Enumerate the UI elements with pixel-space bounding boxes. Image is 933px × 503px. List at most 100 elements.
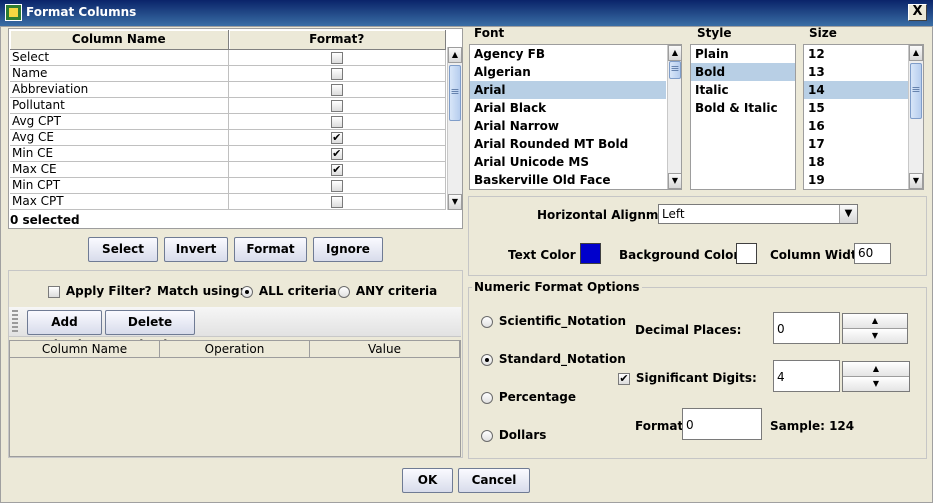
- delete-criteria-button[interactable]: Delete Criteria: [105, 310, 195, 352]
- size-list-item[interactable]: 14: [804, 81, 908, 99]
- table-row[interactable]: Min CE ✔: [10, 145, 446, 162]
- scientific-radio-dot[interactable]: [481, 315, 493, 328]
- font-list-item[interactable]: Arial Unicode MS: [470, 153, 666, 171]
- column-width-input[interactable]: 60: [854, 243, 891, 264]
- column-name-cell[interactable]: Avg CPT: [10, 113, 229, 130]
- font-list[interactable]: Agency FB Algerian Arial Arial Black Arial N…: [469, 44, 682, 190]
- style-list-item[interactable]: Plain: [691, 45, 795, 63]
- font-list-item[interactable]: Baskerville Old Face: [470, 171, 666, 189]
- font-list-item[interactable]: Algerian: [470, 63, 666, 81]
- style-list-item[interactable]: Bold & Italic: [691, 99, 795, 117]
- decimal-up-icon[interactable]: ▲: [843, 314, 907, 329]
- format-checkbox[interactable]: [330, 83, 343, 96]
- apply-filter-checkbox[interactable]: Apply Filter?: [48, 284, 152, 298]
- text-color-swatch[interactable]: [580, 243, 601, 264]
- format-cell[interactable]: [228, 177, 446, 194]
- format-cell[interactable]: [228, 97, 446, 114]
- add-criteria-button[interactable]: Add Criteria: [27, 310, 102, 352]
- significant-digits-spinner[interactable]: ▲ ▼: [842, 361, 910, 392]
- format-checkbox[interactable]: ✔: [330, 131, 343, 144]
- size-list-item[interactable]: 19: [804, 171, 908, 189]
- sigdig-up-icon[interactable]: ▲: [843, 362, 909, 377]
- format-cell[interactable]: ✔: [228, 145, 446, 162]
- criteria-operation-header[interactable]: Operation: [160, 341, 310, 358]
- format-cell[interactable]: ✔: [228, 161, 446, 178]
- standard-radio-dot[interactable]: [481, 353, 493, 366]
- columns-scrollbar[interactable]: ▲ ▼: [447, 47, 462, 210]
- font-list-item[interactable]: Arial: [470, 81, 666, 99]
- horizontal-alignment-select[interactable]: Left ▼: [658, 204, 858, 224]
- chevron-down-icon[interactable]: ▼: [839, 205, 857, 223]
- font-list-item[interactable]: Arial Black: [470, 99, 666, 117]
- dollars-radio-dot[interactable]: [481, 429, 493, 442]
- significant-digits-checkbox[interactable]: ✔ Significant Digits:: [618, 371, 757, 385]
- size-list-item[interactable]: 15: [804, 99, 908, 117]
- column-name-cell[interactable]: Min CPT: [10, 177, 229, 194]
- style-list-item[interactable]: Italic: [691, 81, 795, 99]
- table-row[interactable]: Select: [10, 49, 446, 66]
- table-row[interactable]: Min CPT: [10, 177, 446, 194]
- format-input[interactable]: 0: [682, 408, 762, 440]
- format-checkbox[interactable]: [330, 99, 343, 112]
- scroll-thumb[interactable]: [449, 65, 461, 121]
- size-list-item[interactable]: 18: [804, 153, 908, 171]
- column-name-header[interactable]: Column Name: [10, 30, 229, 50]
- toolbar-grip-icon[interactable]: [12, 310, 18, 334]
- select-button[interactable]: Select: [88, 237, 158, 262]
- percentage-radio-dot[interactable]: [481, 391, 493, 404]
- close-button[interactable]: X: [908, 4, 927, 21]
- all-criteria-radio-dot[interactable]: [241, 285, 253, 298]
- apply-filter-box[interactable]: [48, 285, 60, 298]
- size-list-item[interactable]: 13: [804, 63, 908, 81]
- format-checkbox[interactable]: [330, 51, 343, 64]
- column-name-cell[interactable]: Max CE: [10, 161, 229, 178]
- format-cell[interactable]: [228, 193, 446, 210]
- font-list-item[interactable]: Agency FB: [470, 45, 666, 63]
- decimal-places-spinner[interactable]: ▲ ▼: [842, 313, 908, 344]
- format-cell[interactable]: [228, 49, 446, 66]
- column-name-cell[interactable]: Name: [10, 65, 229, 82]
- decimal-down-icon[interactable]: ▼: [843, 328, 907, 343]
- any-criteria-radio[interactable]: ANY criteria: [338, 284, 437, 298]
- dollars-radio[interactable]: Dollars: [481, 428, 546, 442]
- significant-digits-input[interactable]: 4: [773, 360, 840, 392]
- format-cell[interactable]: ✔: [228, 129, 446, 146]
- font-scroll-thumb[interactable]: [669, 61, 681, 79]
- sigdig-down-icon[interactable]: ▼: [843, 376, 909, 391]
- font-list-item[interactable]: Arial Narrow: [470, 117, 666, 135]
- format-cell[interactable]: [228, 113, 446, 130]
- decimal-places-input[interactable]: 0: [773, 312, 840, 344]
- criteria-value-header[interactable]: Value: [310, 341, 460, 358]
- cancel-button[interactable]: Cancel: [458, 468, 530, 493]
- size-list-item[interactable]: 17: [804, 135, 908, 153]
- column-name-cell[interactable]: Avg CE: [10, 129, 229, 146]
- font-scroll-up-icon[interactable]: ▲: [668, 45, 681, 61]
- percentage-radio[interactable]: Percentage: [481, 390, 576, 404]
- scroll-up-icon[interactable]: ▲: [448, 47, 462, 63]
- style-list[interactable]: Plain Bold Italic Bold & Italic: [690, 44, 796, 190]
- size-scrollbar[interactable]: ▲ ▼: [908, 45, 923, 189]
- size-list-item[interactable]: 16: [804, 117, 908, 135]
- format-checkbox[interactable]: [330, 67, 343, 80]
- table-row[interactable]: Name: [10, 65, 446, 82]
- style-list-item[interactable]: Bold: [691, 63, 795, 81]
- font-scroll-down-icon[interactable]: ▼: [668, 173, 681, 189]
- size-scroll-down-icon[interactable]: ▼: [909, 173, 923, 189]
- table-row[interactable]: Pollutant: [10, 97, 446, 114]
- standard-radio[interactable]: Standard_Notation: [481, 352, 626, 366]
- scroll-down-icon[interactable]: ▼: [448, 194, 462, 210]
- column-name-cell[interactable]: Abbreviation: [10, 81, 229, 98]
- size-scroll-thumb[interactable]: [910, 63, 922, 119]
- format-checkbox[interactable]: ✔: [330, 147, 343, 160]
- invert-button[interactable]: Invert: [164, 237, 228, 262]
- format-checkbox[interactable]: [330, 179, 343, 192]
- criteria-column-name-header[interactable]: Column Name: [10, 341, 160, 358]
- all-criteria-radio[interactable]: ALL criteria: [241, 284, 337, 298]
- significant-digits-box[interactable]: ✔: [618, 372, 630, 385]
- size-scroll-up-icon[interactable]: ▲: [909, 45, 923, 61]
- format-checkbox[interactable]: [330, 115, 343, 128]
- format-button[interactable]: Format: [234, 237, 307, 262]
- font-scrollbar[interactable]: ▲ ▼: [667, 45, 681, 189]
- size-list-item[interactable]: 12: [804, 45, 908, 63]
- table-row[interactable]: Abbreviation: [10, 81, 446, 98]
